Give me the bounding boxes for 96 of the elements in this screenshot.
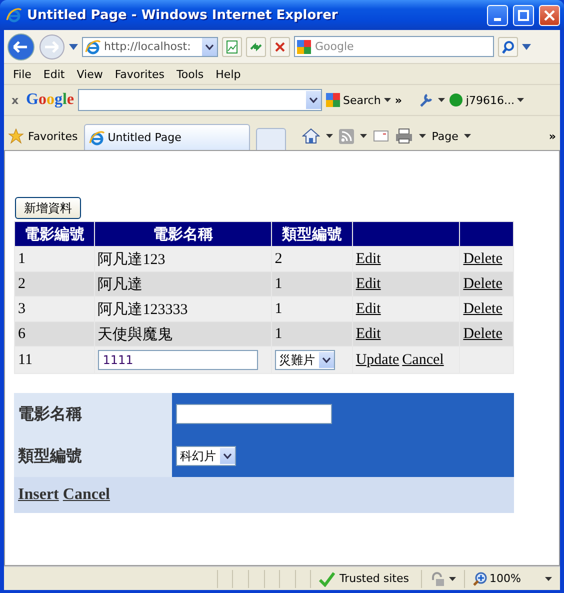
chevron-down-icon	[322, 357, 331, 363]
google-logo: Google	[26, 91, 74, 109]
table-cell: 阿凡達	[94, 272, 272, 296]
field-label: 類型編號	[14, 435, 172, 477]
close-button[interactable]	[539, 4, 560, 26]
dropdown[interactable]: 災難片	[274, 350, 335, 370]
google-icon	[297, 40, 311, 54]
check-icon	[319, 570, 336, 586]
status-dot-icon	[448, 93, 463, 107]
table-cell: 天使與魔鬼	[94, 322, 272, 346]
table-cell: 1	[14, 246, 94, 272]
table-cell: 阿凡達123	[94, 246, 272, 272]
window-title: Untitled Page - Windows Internet Explorer	[27, 8, 339, 22]
home-icon[interactable]	[302, 128, 320, 144]
search-icon	[501, 40, 515, 54]
maximize-icon	[518, 10, 529, 20]
dropdown-button[interactable]	[306, 91, 322, 109]
stop-icon	[273, 40, 287, 54]
stop-button[interactable]	[270, 36, 290, 56]
search-button[interactable]: Search	[343, 94, 381, 106]
zoom-level[interactable]: 100%	[490, 572, 521, 585]
wrench-icon[interactable]	[418, 92, 434, 108]
add-button[interactable]: 新增資料	[15, 197, 81, 219]
back-button[interactable]	[7, 32, 35, 60]
menu-item[interactable]: Edit	[38, 66, 70, 82]
action-link[interactable]: Edit	[356, 276, 381, 292]
minimize-icon	[494, 18, 501, 20]
more-button[interactable]: »	[548, 130, 556, 142]
action-link[interactable]: Edit	[356, 300, 381, 316]
table-cell: 1	[271, 322, 352, 346]
printer-icon[interactable]	[394, 128, 413, 144]
menu-item[interactable]: View	[72, 66, 108, 82]
table-cell: 2	[271, 246, 352, 272]
dropdown-arrow-icon	[384, 98, 391, 102]
menu-item[interactable]: Favorites	[110, 66, 170, 82]
dropdown[interactable]: 科幻片	[176, 446, 236, 466]
action-link[interactable]: Cancel	[62, 486, 110, 504]
dropdown-arrow-icon[interactable]	[522, 44, 531, 50]
action-link[interactable]: Insert	[18, 486, 59, 504]
action-link[interactable]: Cancel	[402, 352, 444, 368]
address-bar[interactable]: http://localhost:	[82, 36, 218, 56]
chevron-down-icon	[205, 44, 214, 50]
table-cell: 阿凡達123333	[94, 296, 272, 322]
dropdown-arrow-icon	[418, 134, 426, 138]
dropdown-arrow-icon	[544, 576, 552, 580]
star-icon	[8, 128, 24, 144]
table-cell: 2	[14, 272, 94, 296]
close-icon	[544, 10, 555, 20]
ie-icon	[88, 130, 105, 146]
refresh-button[interactable]	[246, 36, 266, 56]
chevron-down-icon	[223, 453, 232, 459]
zoom-icon	[472, 572, 487, 586]
browser-tab[interactable]: Untitled Page	[84, 124, 250, 150]
action-link[interactable]: Edit	[356, 250, 381, 266]
menu-item[interactable]: Tools	[172, 66, 209, 82]
action-link[interactable]: Edit	[356, 326, 381, 342]
page-icon	[85, 38, 101, 54]
minimize-button[interactable]	[487, 4, 508, 26]
dropdown-arrow-icon	[326, 134, 333, 138]
dropdown-arrow-icon	[448, 576, 456, 580]
compatibility-icon	[225, 40, 239, 54]
dropdown-button[interactable]	[202, 38, 217, 56]
table-cell: 1	[271, 272, 352, 296]
search-box[interactable]: Google	[294, 36, 494, 57]
table-cell: 1	[271, 296, 352, 322]
table-cell: 11	[14, 346, 94, 374]
more-button[interactable]: »	[394, 94, 402, 106]
table-cell: 6	[14, 322, 94, 346]
field-label: 電影名稱	[14, 393, 172, 435]
column-header: 電影編號	[14, 222, 94, 246]
column-header: 類型編號	[271, 222, 352, 246]
input-field[interactable]: 1111	[98, 350, 258, 370]
browser-icon	[6, 7, 22, 23]
action-link[interactable]: Update	[356, 352, 400, 368]
close-button[interactable]: x	[8, 94, 22, 106]
zone-label: Trusted sites	[339, 572, 409, 585]
account-menu[interactable]: j79616...	[466, 94, 514, 106]
input-field[interactable]	[176, 404, 332, 424]
maximize-button[interactable]	[513, 4, 534, 26]
mail-icon[interactable]	[372, 130, 389, 142]
menu-item[interactable]: File	[8, 66, 36, 82]
column-header: 電影名稱	[94, 222, 272, 246]
table-cell: 3	[14, 296, 94, 322]
compatibility-button[interactable]	[222, 36, 242, 56]
chevron-down-icon	[309, 97, 318, 103]
dropdown-arrow-icon	[464, 134, 472, 138]
history-dropdown-icon[interactable]	[69, 44, 78, 50]
google-icon	[326, 93, 340, 107]
dropdown-arrow-icon	[360, 134, 367, 138]
favorites-button[interactable]: Favorites	[28, 130, 78, 142]
menu-item[interactable]: Help	[210, 66, 246, 82]
page-menu[interactable]: Page	[432, 130, 458, 142]
search-field[interactable]	[78, 89, 322, 111]
search-button[interactable]	[498, 36, 518, 56]
dropdown-arrow-icon	[517, 98, 524, 102]
dropdown-arrow-icon	[438, 98, 445, 102]
